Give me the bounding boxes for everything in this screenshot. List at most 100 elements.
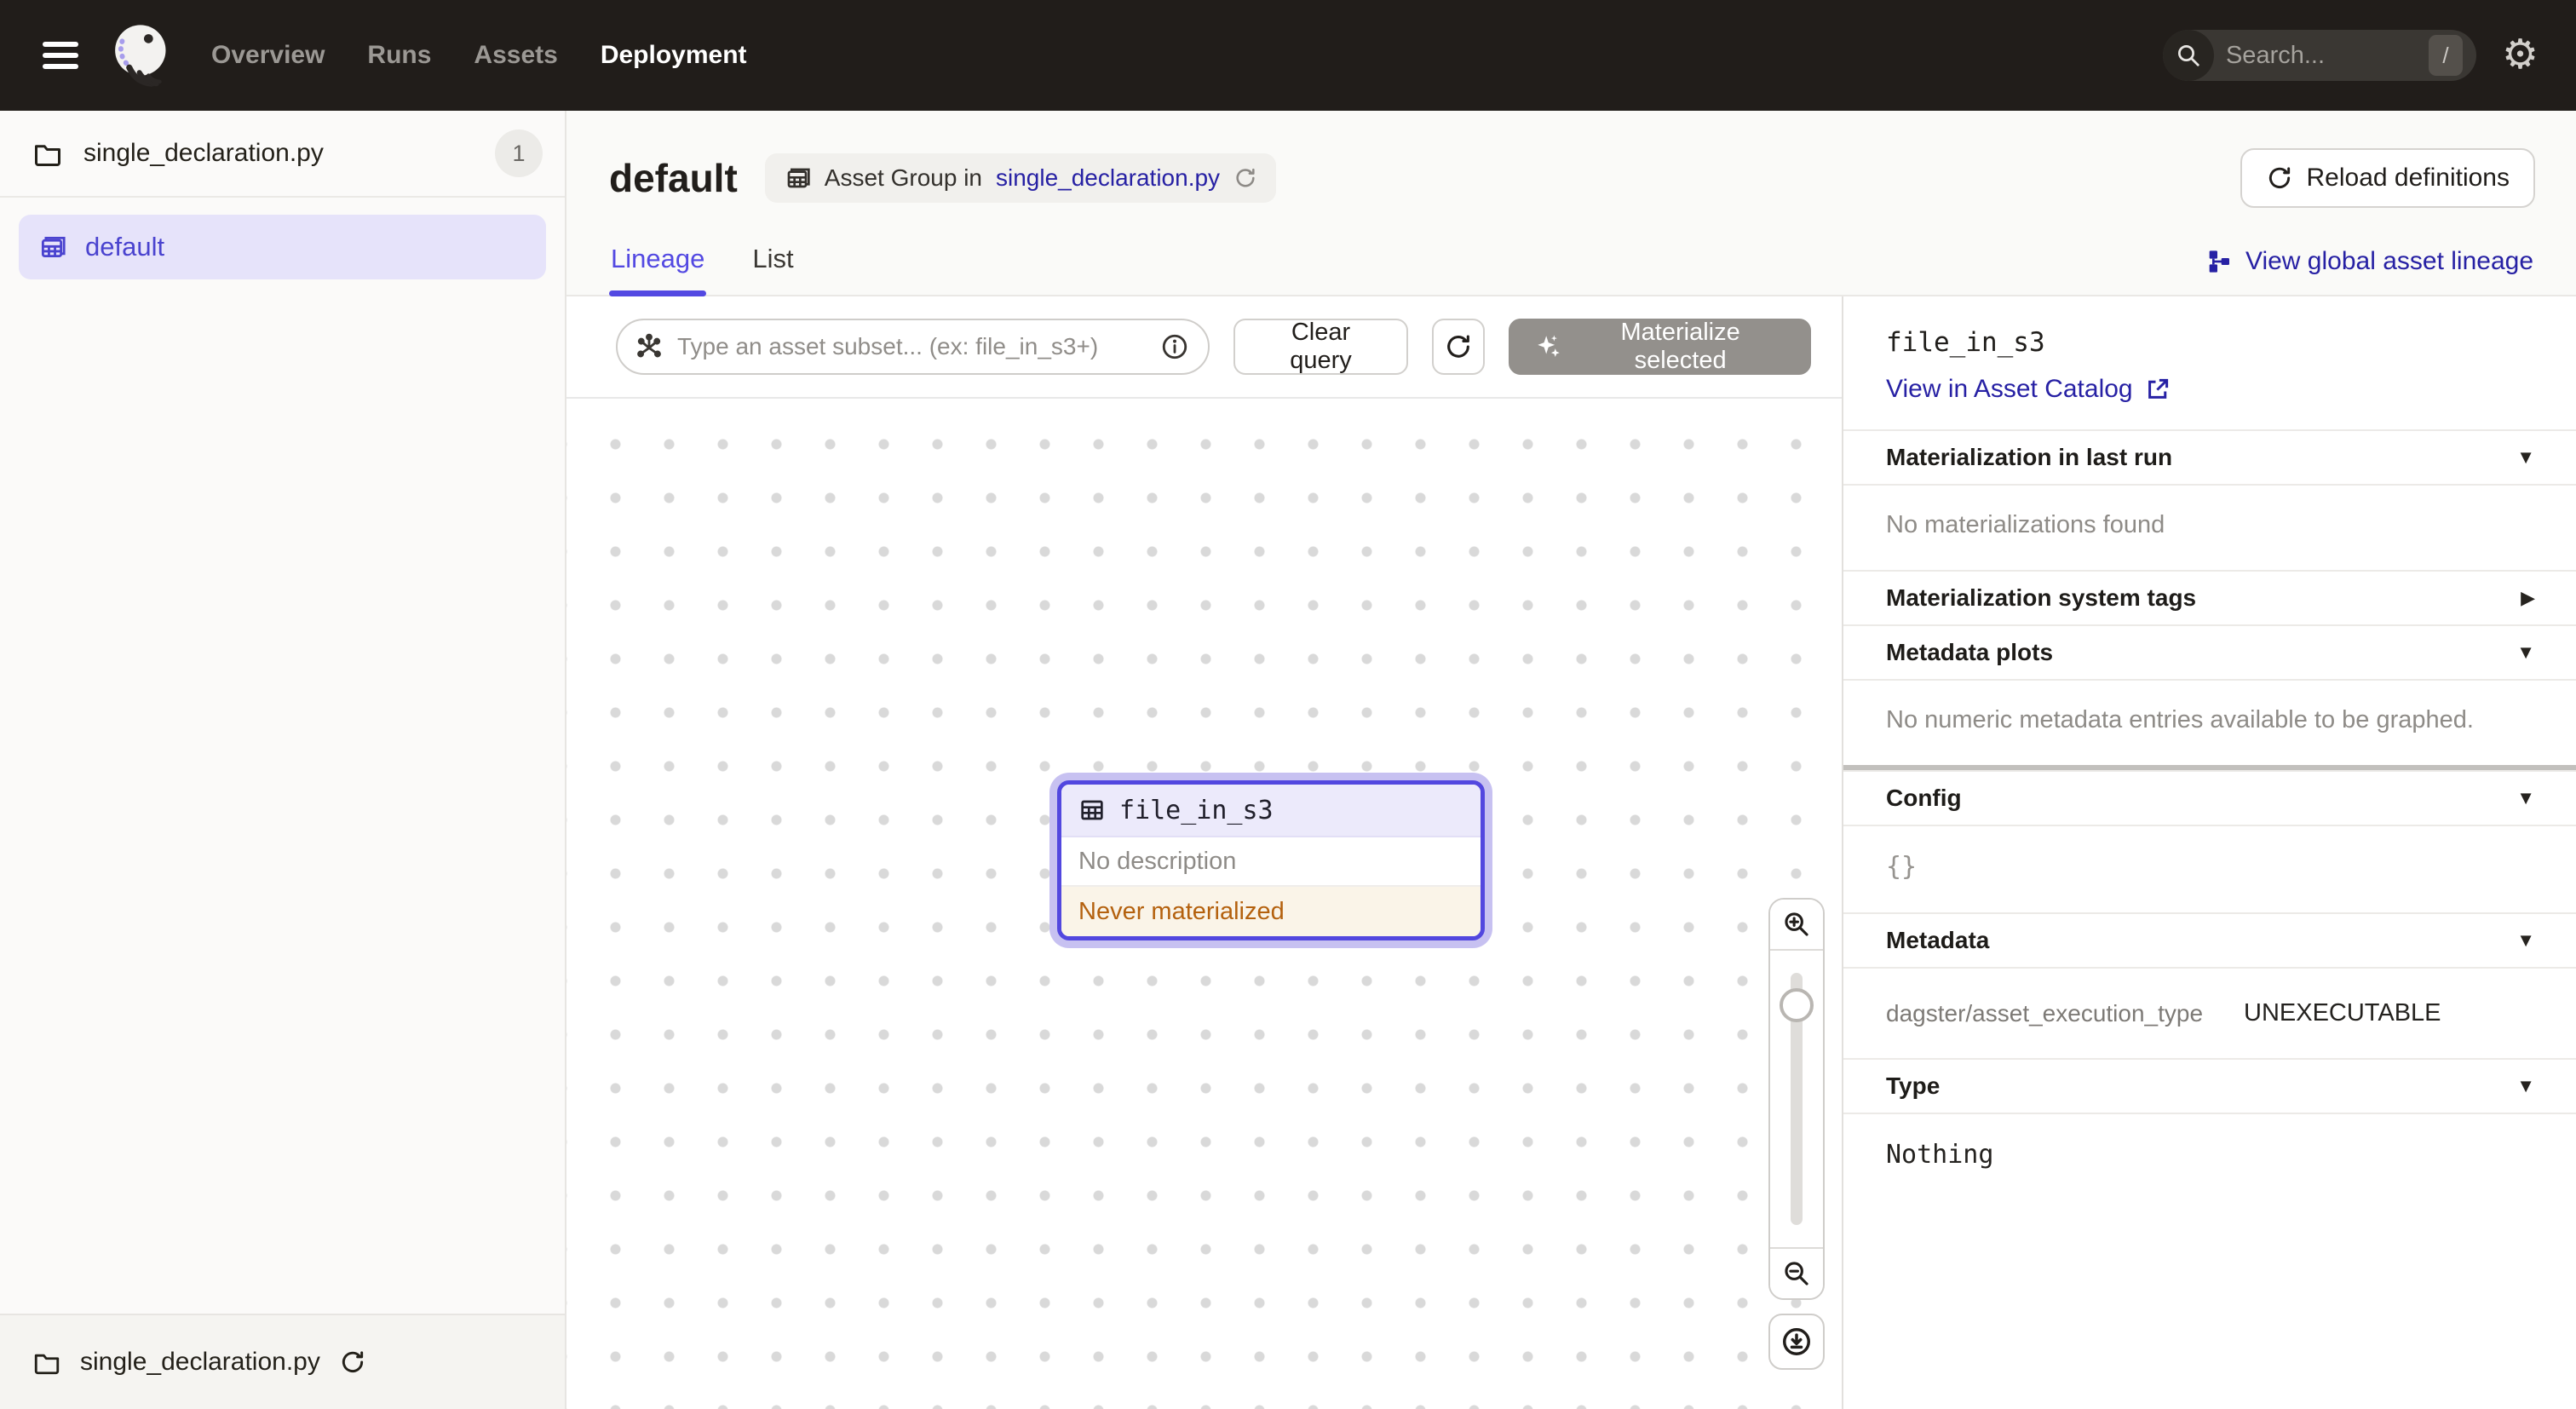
config-value: {} xyxy=(1886,848,1917,882)
metadata-row: dagster/asset_execution_type UNEXECUTABL… xyxy=(1886,994,2535,1027)
chevron-right-icon: ▶ xyxy=(2521,587,2535,609)
op-selector-icon xyxy=(635,332,664,361)
asset-subset-query[interactable] xyxy=(616,319,1210,375)
global-search[interactable]: / xyxy=(2163,30,2476,81)
materialize-selected-button[interactable]: Materialize selected xyxy=(1509,319,1811,375)
metadata-value: UNEXECUTABLE xyxy=(2244,999,2441,1027)
lineage-canvas: Clear query Materialize selected xyxy=(566,296,1842,1409)
menu-icon[interactable] xyxy=(34,32,87,79)
view-in-asset-catalog-link[interactable]: View in Asset Catalog xyxy=(1886,375,2171,404)
zoom-slider[interactable] xyxy=(1770,951,1823,1247)
code-location-name: single_declaration.py xyxy=(83,139,324,168)
last-run-content: No materializations found xyxy=(1843,484,2576,570)
search-shortcut-key: / xyxy=(2429,35,2463,76)
info-icon[interactable] xyxy=(1160,332,1189,361)
chevron-down-icon: ▼ xyxy=(2516,1075,2535,1097)
chevron-down-icon: ▼ xyxy=(2516,446,2535,469)
code-location-link[interactable]: single_declaration.py xyxy=(996,164,1220,192)
asset-node-title: file_in_s3 xyxy=(1119,796,1274,825)
reload-definitions-button[interactable]: Reload definitions xyxy=(2240,148,2536,208)
view-global-asset-lineage-link[interactable]: View global asset lineage xyxy=(2205,247,2533,295)
page-header: default Asset Group in single_declaratio… xyxy=(566,111,2576,208)
no-numeric-metadata-text: No numeric metadata entries available to… xyxy=(1886,706,2474,733)
table-icon xyxy=(1078,797,1106,824)
tab-lineage[interactable]: Lineage xyxy=(609,233,706,295)
primary-nav: Overview Runs Assets Deployment xyxy=(211,41,747,70)
section-title: Metadata plots xyxy=(1886,639,2053,666)
search-icon xyxy=(2163,30,2214,81)
section-metadata[interactable]: Metadata ▼ xyxy=(1843,912,2576,967)
section-title: Metadata xyxy=(1886,927,1989,954)
metadata-key: dagster/asset_execution_type xyxy=(1886,1000,2244,1027)
section-type[interactable]: Type ▼ xyxy=(1843,1058,2576,1113)
chevron-down-icon: ▼ xyxy=(2516,929,2535,952)
asset-node-description: No description xyxy=(1061,837,1481,887)
sparkles-icon xyxy=(1534,332,1563,361)
sidebar-footer: single_declaration.py xyxy=(0,1314,565,1409)
section-title: Type xyxy=(1886,1073,1940,1100)
code-location-sidebar: single_declaration.py 1 default single_d… xyxy=(0,111,566,1409)
tab-list[interactable]: List xyxy=(750,233,795,295)
asset-group-icon xyxy=(37,233,66,262)
refresh-graph-button[interactable] xyxy=(1432,319,1485,375)
type-value: Nothing xyxy=(1886,1133,1993,1170)
top-nav: Overview Runs Assets Deployment / ⚙ xyxy=(0,0,2576,111)
zoom-controls xyxy=(1768,898,1825,1370)
zoom-out-icon[interactable] xyxy=(1770,1247,1823,1298)
no-materializations-text: No materializations found xyxy=(1886,511,2165,538)
nav-item-overview[interactable]: Overview xyxy=(211,41,325,70)
dagster-logo-icon[interactable] xyxy=(109,23,174,88)
asset-group-label: default xyxy=(85,232,164,262)
tabs-bar: Lineage List View global asset lineage xyxy=(566,233,2576,296)
zoom-slider-thumb[interactable] xyxy=(1780,988,1814,1022)
lineage-graph-area[interactable]: file_in_s3 No description Never material… xyxy=(566,397,1842,1409)
page-title: default xyxy=(609,155,738,201)
badge-prefix-text: Asset Group in xyxy=(825,164,982,192)
clear-query-label: Clear query xyxy=(1259,319,1383,375)
folder-icon xyxy=(32,1348,61,1377)
zoom-in-icon[interactable] xyxy=(1770,900,1823,951)
asset-group-count-badge: 1 xyxy=(495,129,543,177)
metadata-plots-content: No numeric metadata entries available to… xyxy=(1843,679,2576,765)
panel-asset-name: file_in_s3 xyxy=(1886,327,2535,358)
download-image-icon[interactable] xyxy=(1768,1314,1825,1370)
clear-query-button[interactable]: Clear query xyxy=(1233,319,1408,375)
reload-icon[interactable] xyxy=(1233,166,1257,190)
section-title: Materialization system tags xyxy=(1886,584,2196,612)
materialize-selected-label: Materialize selected xyxy=(1575,319,1785,375)
asset-node-file-in-s3[interactable]: file_in_s3 No description Never material… xyxy=(1057,780,1485,940)
sidebar-item-asset-group-default[interactable]: default xyxy=(19,215,546,279)
section-metadata-plots[interactable]: Metadata plots ▼ xyxy=(1843,624,2576,679)
nav-item-runs[interactable]: Runs xyxy=(367,41,431,70)
section-materialization-system-tags[interactable]: Materialization system tags ▶ xyxy=(1843,570,2576,624)
section-materialization-in-last-run[interactable]: Materialization in last run ▼ xyxy=(1843,429,2576,484)
view-global-asset-lineage-label: View global asset lineage xyxy=(2245,247,2533,276)
view-in-asset-catalog-label: View in Asset Catalog xyxy=(1886,375,2133,404)
reload-icon xyxy=(2266,164,2293,192)
config-content: {} xyxy=(1843,825,2576,912)
gear-icon[interactable]: ⚙ xyxy=(2502,35,2539,76)
reload-icon[interactable] xyxy=(339,1349,366,1376)
sidebar-item-code-location[interactable]: single_declaration.py 1 xyxy=(0,111,565,198)
asset-details-panel: file_in_s3 View in Asset Catalog Materia… xyxy=(1842,296,2576,1409)
reload-definitions-label: Reload definitions xyxy=(2307,164,2510,193)
asset-node-header: file_in_s3 xyxy=(1061,785,1481,837)
zoom-stack xyxy=(1768,898,1825,1300)
chevron-down-icon: ▼ xyxy=(2516,641,2535,664)
folder-icon xyxy=(32,138,63,169)
metadata-content: dagster/asset_execution_type UNEXECUTABL… xyxy=(1843,967,2576,1058)
asset-subset-input[interactable] xyxy=(677,333,1147,360)
section-title: Config xyxy=(1886,785,1962,812)
asset-group-icon xyxy=(784,164,811,192)
panel-header: file_in_s3 View in Asset Catalog xyxy=(1843,296,2576,429)
section-config[interactable]: Config ▼ xyxy=(1843,770,2576,825)
app-shell: single_declaration.py 1 default single_d… xyxy=(0,111,2576,1409)
asset-node-status: Never materialized xyxy=(1061,887,1481,936)
external-link-icon xyxy=(2145,377,2171,402)
search-input[interactable] xyxy=(2214,42,2429,70)
main-area: default Asset Group in single_declaratio… xyxy=(566,111,2576,1409)
chevron-down-icon: ▼ xyxy=(2516,787,2535,809)
nav-item-assets[interactable]: Assets xyxy=(474,41,557,70)
nav-item-deployment[interactable]: Deployment xyxy=(601,41,747,70)
lineage-graph-icon xyxy=(2205,248,2233,275)
